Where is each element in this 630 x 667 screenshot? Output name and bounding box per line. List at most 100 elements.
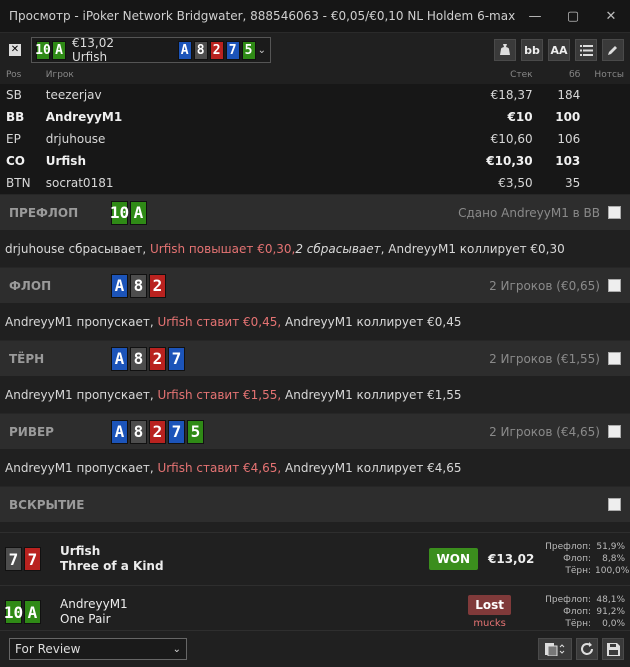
player-pos: EP (6, 132, 21, 146)
player-pos: BB (6, 110, 25, 124)
result-hand: One Pair (60, 612, 111, 626)
street-info: 2 Игроков (€0,65) (489, 278, 600, 293)
player-row[interactable]: EP drjuhouse €10,60 106 (0, 128, 630, 150)
street-info: Сдано AndreyyM1 в BB (458, 205, 600, 220)
equity-stats: Префлоп: 51,9% Флоп: 8,8% Тёрн: 100,0% (541, 541, 630, 577)
review-dropdown[interactable]: For Review ⌄ (9, 638, 187, 660)
result-hand: Three of a Kind (60, 559, 164, 573)
player-stack: €3,50 (498, 176, 533, 190)
player-stack: €10,30 (486, 154, 533, 168)
player-bb: 106 (557, 132, 581, 146)
hand-selector[interactable]: 10 A €13,02 Urfish A 8 2 7 5 ⌄ (31, 36, 271, 64)
refresh-icon (581, 642, 593, 655)
player-row[interactable]: BTN socrat0181 €3,50 35 (0, 172, 630, 194)
card: A (24, 600, 41, 624)
stat-label: Тёрн: (565, 566, 591, 576)
result-row: 77 Urfish Three of a Kind WON €13,02 Пре… (0, 532, 630, 585)
street-checkbox[interactable] (608, 425, 621, 438)
result-player: Urfish Three of a Kind (60, 544, 164, 574)
player-row[interactable]: SB teezerjav €18,37 184 (0, 84, 630, 106)
chevron-down-icon: ⌄ (172, 643, 181, 655)
action-text: AndreyyM1 пропускает, (5, 460, 154, 475)
player-name: teezerjav (45, 88, 102, 102)
street-name: ПРЕФЛОП (9, 205, 79, 220)
street-showdown: ВСКРЫТИЕ (0, 486, 630, 522)
street-checkbox[interactable] (608, 279, 621, 292)
stat-value: 8,8% (602, 554, 625, 564)
street-name: ФЛОП (9, 278, 52, 293)
col-notes: Нотсы (594, 70, 624, 80)
action-text: Urfish повышает €0,30, (149, 241, 296, 256)
card: A (111, 346, 128, 371)
player-row[interactable]: CO Urfish €10,30 103 (0, 150, 630, 172)
card: 10 (35, 40, 51, 60)
player-bb: 103 (555, 154, 581, 168)
toolbar: ✕ 10 A €13,02 Urfish A 8 2 7 5 ⌄ bb AA (0, 34, 630, 66)
minimize-button[interactable]: — (516, 0, 554, 33)
stat-label: Тёрн: (565, 619, 591, 629)
maximize-button[interactable]: ▢ (554, 0, 592, 33)
title-bar: Просмотр - iPoker Network Bridgwater, 88… (0, 0, 630, 33)
col-pos: Pos (6, 70, 22, 80)
action-line: AndreyyM1 пропускает, Urfish ставит €0,4… (0, 303, 630, 340)
street-name: ТЁРН (9, 351, 45, 366)
close-button[interactable]: ✕ (592, 0, 630, 33)
card: 2 (149, 419, 166, 444)
result-name: AndreyyM1 (60, 597, 128, 611)
action-text: AndreyyM1 пропускает, (5, 387, 154, 402)
money-bag-button[interactable] (494, 39, 516, 61)
stat-label: Флоп: (563, 554, 591, 564)
stat-value: 51,9% (596, 542, 625, 552)
copy-button[interactable] (538, 638, 572, 660)
action-text: AndreyyM1 пропускает, (5, 314, 154, 329)
player-bb: 184 (557, 88, 581, 102)
col-name: Игрок (45, 70, 74, 80)
pencil-icon (608, 46, 617, 55)
stat-value: 48,1% (596, 595, 625, 605)
font-size-button[interactable]: AA (548, 39, 570, 61)
player-name: Urfish (45, 154, 86, 168)
player-name: socrat0181 (45, 176, 114, 190)
street-checkbox[interactable] (608, 352, 621, 365)
stat-label: Префлоп: (545, 542, 591, 552)
action-text: drjuhouse сбрасывает, (5, 241, 147, 256)
edit-button[interactable] (602, 39, 624, 61)
action-line: AndreyyM1 пропускает, Urfish ставит €1,5… (0, 376, 630, 413)
refresh-button[interactable] (576, 638, 598, 660)
street-river: РИВЕР A 8 2 7 5 2 Игроков (€4,65) (0, 413, 630, 449)
street-checkbox[interactable] (608, 498, 621, 511)
review-dropdown-value: For Review (15, 642, 81, 656)
close-hand-icon[interactable]: ✕ (9, 44, 21, 56)
street-turn: ТЁРН A 8 2 7 2 Игроков (€1,55) (0, 340, 630, 376)
won-badge: WON (428, 548, 478, 570)
action-text: AndreyyM1 коллирует €1,55 (285, 387, 462, 402)
list-button[interactable] (575, 39, 597, 61)
footer: For Review ⌄ (0, 630, 630, 667)
chevron-down-icon: ⌄ (257, 44, 266, 56)
stat-value: 100,0% (595, 566, 630, 576)
stat-label: Флоп: (563, 607, 591, 617)
hole-cards: 10 A (4, 600, 55, 624)
big-blinds-toggle[interactable]: bb (521, 39, 543, 61)
player-stack: €18,37 (490, 88, 533, 102)
player-stack: €10,60 (490, 132, 533, 146)
street-info: 2 Игроков (€1,55) (489, 351, 600, 366)
street-flop: ФЛОП A 8 2 2 Игроков (€0,65) (0, 267, 630, 303)
card: 5 (241, 40, 256, 60)
card: 2 (209, 40, 224, 60)
equity-stats: Префлоп: 48,1% Флоп: 91,2% Тёрн: 0,0% (541, 594, 625, 630)
card: A (52, 40, 66, 60)
card: 2 (149, 273, 166, 298)
player-row[interactable]: BB AndreyyM1 €10 100 (0, 106, 630, 128)
action-line: AndreyyM1 пропускает, Urfish ставит €4,6… (0, 449, 630, 486)
player-stack: €10 (507, 110, 533, 124)
col-bb: бб (569, 70, 581, 80)
street-checkbox[interactable] (608, 206, 621, 219)
card: 7 (168, 346, 185, 371)
hole-cards: 77 (5, 547, 55, 571)
result-name: Urfish (60, 544, 101, 558)
lost-badge: Lost (468, 595, 511, 615)
save-button[interactable] (602, 638, 624, 660)
card: 2 (149, 346, 166, 371)
card: 8 (193, 40, 208, 60)
